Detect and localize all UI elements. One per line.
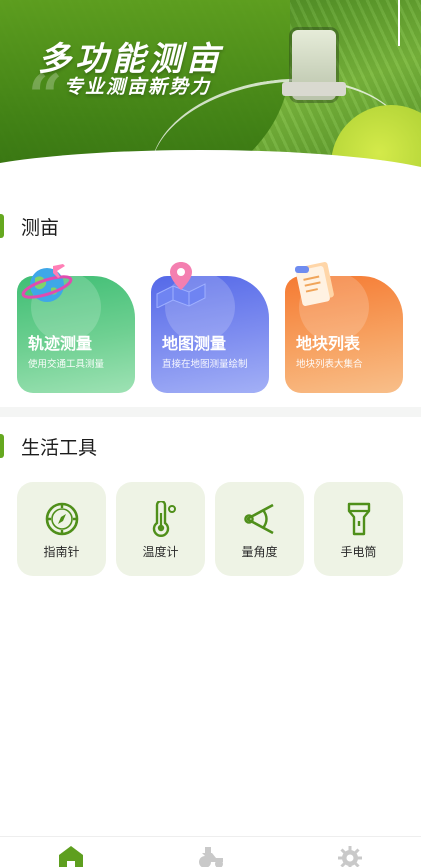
card-title: 地块列表 [296, 334, 361, 353]
protractor-icon [243, 503, 274, 535]
home-icon [59, 846, 83, 867]
tractor-icon [199, 847, 223, 867]
card-track-measure[interactable]: 轨迹测量 使用交通工具测量 [17, 264, 135, 393]
tool-thermometer[interactable]: 温度计 [116, 482, 205, 576]
card-desc: 直接在地图测量绘制 [162, 359, 248, 370]
compass-icon [45, 502, 78, 536]
card-map-measure[interactable]: 地图测量 直接在地图测量绘制 [151, 262, 269, 393]
document-list-icon [295, 262, 334, 306]
menu-icon[interactable] [20, 166, 36, 176]
nav-home[interactable] [56, 845, 86, 867]
card-title: 轨迹测量 [28, 334, 93, 353]
banner-bottom-curve [0, 150, 421, 196]
card-plot-list[interactable]: 地块列表 地块列表大集合 [285, 262, 403, 393]
hero-banner: “ 多功能测亩 专业测亩新势力 [0, 0, 421, 196]
banner-indicator [398, 0, 400, 46]
tool-compass[interactable]: 指南针 [17, 482, 106, 576]
card-desc: 地块列表大集合 [296, 359, 363, 370]
nav-settings[interactable] [335, 845, 365, 867]
section-header-tools: 生活工具 [0, 426, 421, 466]
flashlight-icon [347, 502, 370, 536]
banner-subtitle: 专业测亩新势力 [64, 76, 212, 98]
tool-label: 手电筒 [340, 545, 377, 559]
globe-plane-icon [21, 264, 73, 302]
tool-angle[interactable]: 量角度 [215, 482, 304, 576]
section-title-measure: 测亩 [21, 216, 60, 239]
card-title: 地图测量 [162, 334, 227, 353]
section-accent-bar [0, 214, 4, 238]
tool-label: 温度计 [142, 545, 179, 559]
gear-icon [338, 846, 362, 867]
section-title-tools: 生活工具 [21, 436, 98, 459]
tool-flashlight[interactable]: 手电筒 [314, 482, 403, 576]
card-desc: 使用交通工具测量 [28, 359, 105, 370]
section-accent-bar [0, 434, 4, 458]
section-header-measure: 测亩 [0, 206, 421, 246]
nav-tractor[interactable] [196, 845, 226, 867]
tool-label: 量角度 [241, 545, 278, 559]
tool-label: 指南针 [43, 545, 80, 559]
section-divider [0, 407, 421, 417]
thermometer-icon [152, 501, 176, 537]
map-pin-icon [156, 262, 206, 308]
tractor-arm-image [282, 82, 346, 96]
bottom-nav [0, 836, 421, 867]
